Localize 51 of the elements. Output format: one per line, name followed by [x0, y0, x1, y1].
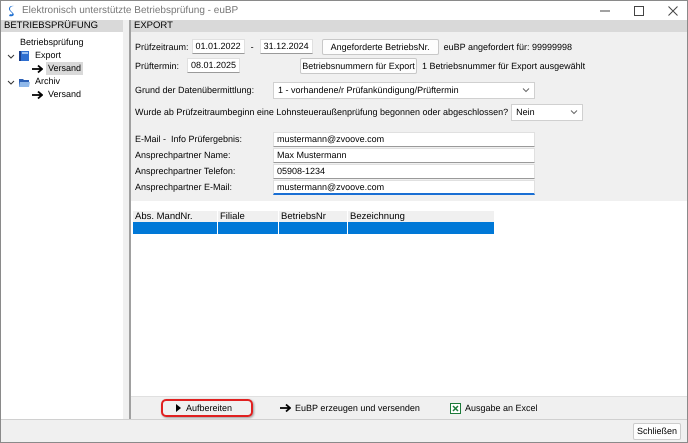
- text-field[interactable]: Max Mustermann: [273, 148, 535, 162]
- text-field[interactable]: mustermann@zvoove.com: [273, 180, 535, 194]
- date-separator: -: [250, 42, 254, 52]
- arrow-icon: [31, 62, 43, 74]
- field-label: Wurde ab Prüfzeitraumbeginn eine Lohnsteueraußenprüfung begonnen oder abgeschlossen?: [135, 107, 510, 117]
- dropdown-field[interactable]: Nein: [511, 104, 584, 120]
- spreadsheet-icon: [450, 402, 461, 414]
- date-field[interactable]: 08.01.2025: [187, 58, 240, 73]
- field-label: Ansprechpartner Telefon:: [135, 166, 236, 176]
- column-header[interactable]: Bezeichnung: [348, 211, 494, 222]
- date-field[interactable]: 31.12.2024: [260, 39, 313, 54]
- close-button[interactable]: Schließen: [633, 422, 681, 440]
- field-label: Prüfzeitraum:: [135, 42, 190, 52]
- action-button[interactable]: Aufbereiten: [161, 399, 253, 417]
- dropdown-caret-icon: [522, 87, 530, 93]
- field-label: Ansprechpartner E-Mail:: [135, 182, 234, 192]
- tree-item[interactable]: Export: [33, 49, 64, 62]
- action-button[interactable]: Ausgabe an Excel: [446, 399, 542, 417]
- column-header[interactable]: Filiale: [218, 211, 278, 222]
- action-button[interactable]: EuBP erzeugen und versenden: [275, 399, 424, 417]
- text-field[interactable]: 05908-1234: [273, 164, 535, 178]
- play-icon: [175, 403, 182, 413]
- panel-header: BETRIEBSPRÜFUNG: [1, 20, 123, 32]
- collapse-chevron-icon[interactable]: [7, 52, 15, 60]
- column-header[interactable]: Abs. MandNr.: [133, 211, 218, 222]
- arrow-icon: [31, 88, 43, 100]
- tree-item[interactable]: Betriebsprüfung: [18, 36, 86, 49]
- app-logo-icon: [7, 4, 16, 16]
- tree-item[interactable]: Versand: [46, 62, 84, 75]
- dropdown-caret-icon: [570, 109, 578, 115]
- maximize-icon[interactable]: [633, 6, 645, 16]
- panel-header: EXPORT: [131, 20, 687, 32]
- tree-item[interactable]: Archiv: [33, 75, 62, 88]
- arrow-icon: [279, 402, 291, 414]
- book-icon: [18, 50, 30, 62]
- text-field[interactable]: mustermann@zvoove.com: [273, 132, 535, 146]
- status-text: euBP angefordert für: 99999998: [444, 42, 572, 52]
- column-header[interactable]: BetriebsNr: [278, 211, 348, 222]
- field-label: Ansprechpartner Name:: [135, 150, 232, 160]
- action-button[interactable]: Angeforderte BetriebsNr.: [322, 38, 439, 54]
- window-title: Elektronisch unterstützte Betriebsprüfung - euBP: [22, 5, 240, 16]
- tree-item[interactable]: Versand: [46, 88, 84, 101]
- field-label: Prüftermin:: [135, 60, 180, 70]
- action-button[interactable]: Betriebsnummern für Export: [300, 58, 418, 74]
- close-icon[interactable]: [667, 6, 679, 16]
- dropdown-field[interactable]: 1 - vorhandene/r Prüfankündigung/Prüftermin: [273, 82, 535, 98]
- date-field[interactable]: 01.01.2022: [192, 39, 245, 54]
- status-text: 1 Betriebsnummer für Export ausgewählt: [422, 60, 586, 70]
- field-label: E-Mail - Info Prüfergebnis:: [135, 134, 244, 144]
- field-label: Grund der Datenübermittlung:: [135, 85, 256, 95]
- collapse-chevron-icon[interactable]: [7, 78, 15, 86]
